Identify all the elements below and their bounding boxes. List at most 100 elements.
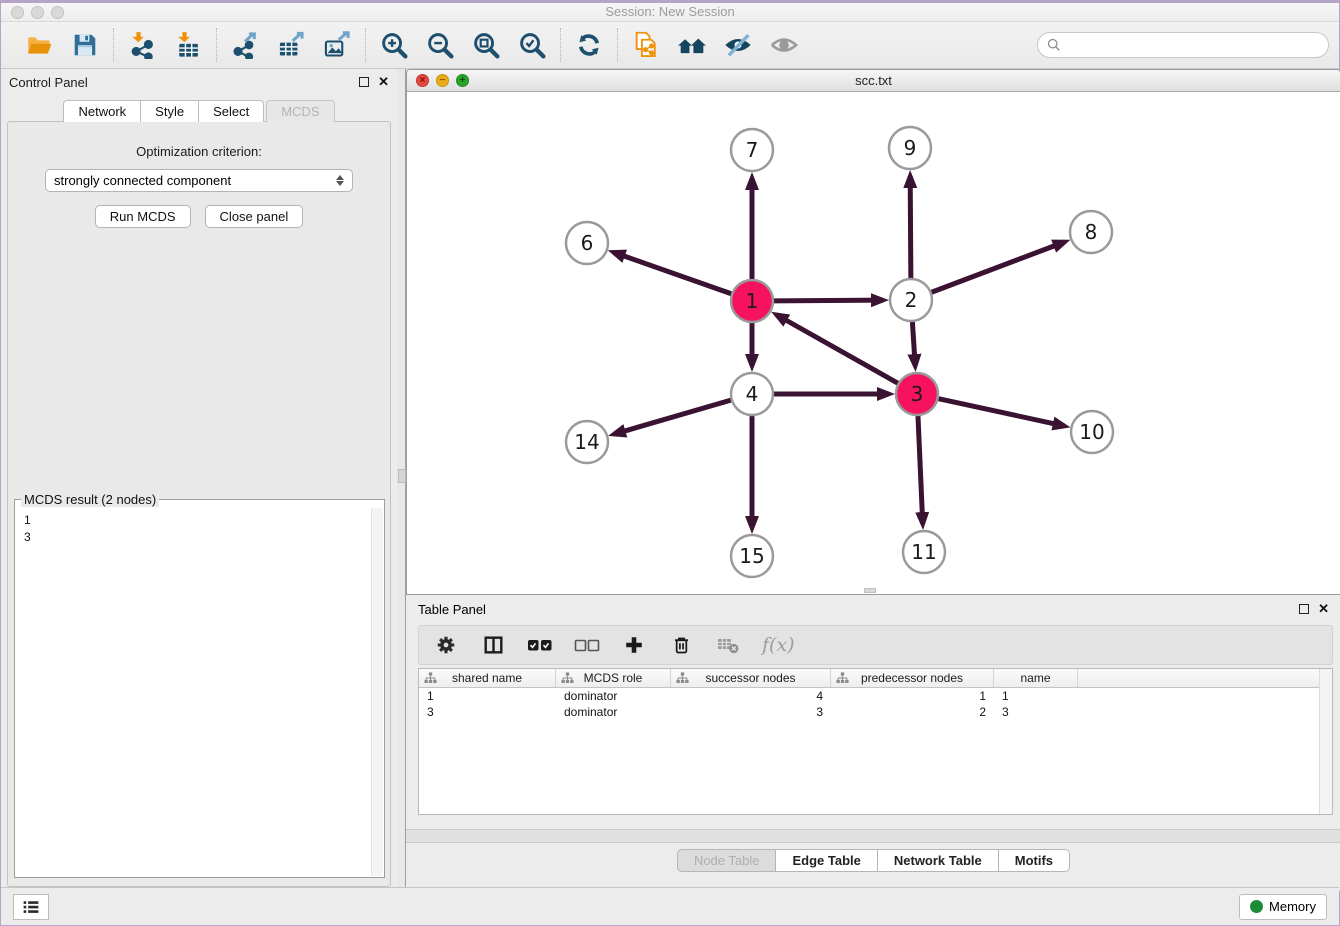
table-row[interactable]: 1dominator411 — [419, 688, 1332, 704]
export-table-icon[interactable] — [276, 30, 306, 60]
export-image-icon[interactable] — [322, 30, 352, 60]
add-column-plus-icon[interactable] — [621, 632, 647, 658]
table-cell[interactable]: 1 — [831, 688, 994, 704]
save-session-icon[interactable] — [70, 30, 100, 60]
minimize-window-button[interactable] — [31, 6, 44, 19]
graph-node-label-8: 8 — [1085, 220, 1098, 244]
split-view-icon[interactable] — [480, 632, 506, 658]
table-cell[interactable]: 3 — [671, 704, 831, 720]
apply-function-fx-icon[interactable]: f(x) — [762, 632, 795, 658]
graph-node-label-11: 11 — [911, 540, 936, 564]
task-history-button[interactable] — [13, 894, 49, 920]
network-graph[interactable]: 7968124314101511 — [407, 92, 1340, 594]
network-canvas[interactable]: 7968124314101511 — [407, 92, 1340, 594]
graph-edge-2-8[interactable] — [932, 242, 1065, 292]
column-type-icon — [836, 672, 849, 684]
search-box[interactable] — [1037, 32, 1329, 58]
export-network-icon[interactable] — [230, 30, 260, 60]
maximize-window-button[interactable] — [51, 6, 64, 19]
table-bottom-strip — [406, 829, 1340, 843]
close-table-panel-icon[interactable]: ✕ — [1318, 604, 1329, 614]
graph-edge-4-14[interactable] — [614, 400, 731, 434]
table-cell[interactable]: 3 — [994, 704, 1078, 720]
graph-edge-3-10[interactable] — [938, 399, 1064, 426]
network-window-grip[interactable] — [864, 588, 876, 593]
graph-node-label-6: 6 — [581, 231, 594, 255]
window-controls[interactable] — [11, 6, 64, 19]
close-panel-icon[interactable]: ✕ — [378, 77, 389, 87]
import-table-icon[interactable] — [173, 30, 203, 60]
mcds-result-text[interactable]: 13 — [16, 508, 383, 876]
open-session-icon[interactable] — [24, 30, 54, 60]
select-all-icon[interactable] — [527, 632, 553, 658]
run-mcds-button[interactable]: Run MCDS — [95, 205, 191, 228]
mcds-result-box: MCDS result (2 nodes) 13 — [14, 499, 385, 878]
delete-column-trash-icon[interactable] — [668, 632, 694, 658]
column-header-successor-nodes[interactable]: successor nodes — [671, 669, 831, 687]
graph-node-label-7: 7 — [746, 138, 759, 162]
memory-button[interactable]: Memory — [1239, 894, 1327, 920]
zoom-in-icon[interactable] — [379, 30, 409, 60]
table-cell[interactable]: dominator — [556, 688, 671, 704]
graph-edge-1-6[interactable] — [613, 252, 731, 293]
graph-edge-3-1[interactable] — [776, 315, 897, 383]
float-panel-icon[interactable] — [359, 77, 369, 87]
deselect-all-icon[interactable] — [574, 632, 600, 658]
tab-network[interactable]: Network — [63, 100, 141, 122]
network-overview-icon[interactable] — [677, 30, 707, 60]
tab-mcds[interactable]: MCDS — [266, 100, 334, 122]
network-view-window: scc.txt × − + 7968124314101511 — [406, 69, 1340, 595]
import-network-icon[interactable] — [127, 30, 157, 60]
table-settings-gear-icon[interactable] — [433, 632, 459, 658]
table-cell[interactable]: dominator — [556, 704, 671, 720]
refresh-layout-icon[interactable] — [574, 30, 604, 60]
column-header-shared-name[interactable]: shared name — [419, 669, 556, 687]
table-cell[interactable]: 4 — [671, 688, 831, 704]
hide-panel-eye-slash-icon[interactable] — [723, 30, 753, 60]
tab-motifs[interactable]: Motifs — [999, 849, 1070, 872]
table-cell[interactable]: 1 — [419, 688, 556, 704]
table-panel: Table Panel ✕ — [406, 595, 1340, 891]
network-window-titlebar[interactable]: scc.txt × − + — [407, 70, 1340, 92]
table-cell[interactable]: 2 — [831, 704, 994, 720]
zoom-out-icon[interactable] — [425, 30, 455, 60]
graph-node-label-15: 15 — [739, 544, 764, 568]
delete-table-icon[interactable] — [715, 632, 741, 658]
table-panel-title: Table Panel — [418, 602, 486, 617]
zoom-fit-icon[interactable] — [471, 30, 501, 60]
network-window-title: scc.txt — [407, 73, 1340, 88]
panel-splitter[interactable] — [397, 69, 406, 891]
clone-network-icon[interactable] — [631, 30, 661, 60]
column-header-MCDS-role[interactable]: MCDS role — [556, 669, 671, 687]
tab-style[interactable]: Style — [141, 100, 199, 122]
optimization-criterion-label: Optimization criterion: — [8, 144, 390, 159]
tab-network-table[interactable]: Network Table — [878, 849, 999, 872]
graph-edge-3-11[interactable] — [918, 416, 923, 524]
zoom-selected-icon[interactable] — [517, 30, 547, 60]
graph-edge-1-2[interactable] — [774, 300, 883, 301]
tab-select[interactable]: Select — [199, 100, 264, 122]
main-toolbar — [1, 22, 1339, 69]
splitter-grip[interactable] — [398, 469, 406, 483]
float-table-panel-icon[interactable] — [1299, 604, 1309, 614]
table-cell[interactable]: 3 — [419, 704, 556, 720]
close-panel-button[interactable]: Close panel — [205, 205, 304, 228]
column-header-predecessor-nodes[interactable]: predecessor nodes — [831, 669, 994, 687]
table-cell[interactable]: 1 — [994, 688, 1078, 704]
graph-edge-2-9[interactable] — [910, 176, 911, 278]
node-table: shared nameMCDS rolesuccessor nodesprede… — [418, 668, 1333, 815]
tab-edge-table[interactable]: Edge Table — [776, 849, 877, 872]
mcds-panel-body: Optimization criterion: strongly connect… — [7, 121, 391, 887]
column-header-name[interactable]: name — [994, 669, 1078, 687]
table-scrollbar[interactable] — [1319, 669, 1332, 814]
criterion-dropdown[interactable]: strongly connected component — [45, 169, 353, 192]
result-scrollbar[interactable] — [371, 508, 383, 876]
graph-node-label-10: 10 — [1079, 420, 1104, 444]
control-panel-title: Control Panel — [9, 75, 88, 90]
search-input[interactable] — [1066, 38, 1319, 53]
graph-edge-2-3[interactable] — [912, 322, 915, 366]
table-row[interactable]: 3dominator323 — [419, 704, 1332, 720]
close-window-button[interactable] — [11, 6, 24, 19]
tab-node-table[interactable]: Node Table — [677, 849, 777, 872]
show-panel-eye-icon[interactable] — [769, 30, 799, 60]
